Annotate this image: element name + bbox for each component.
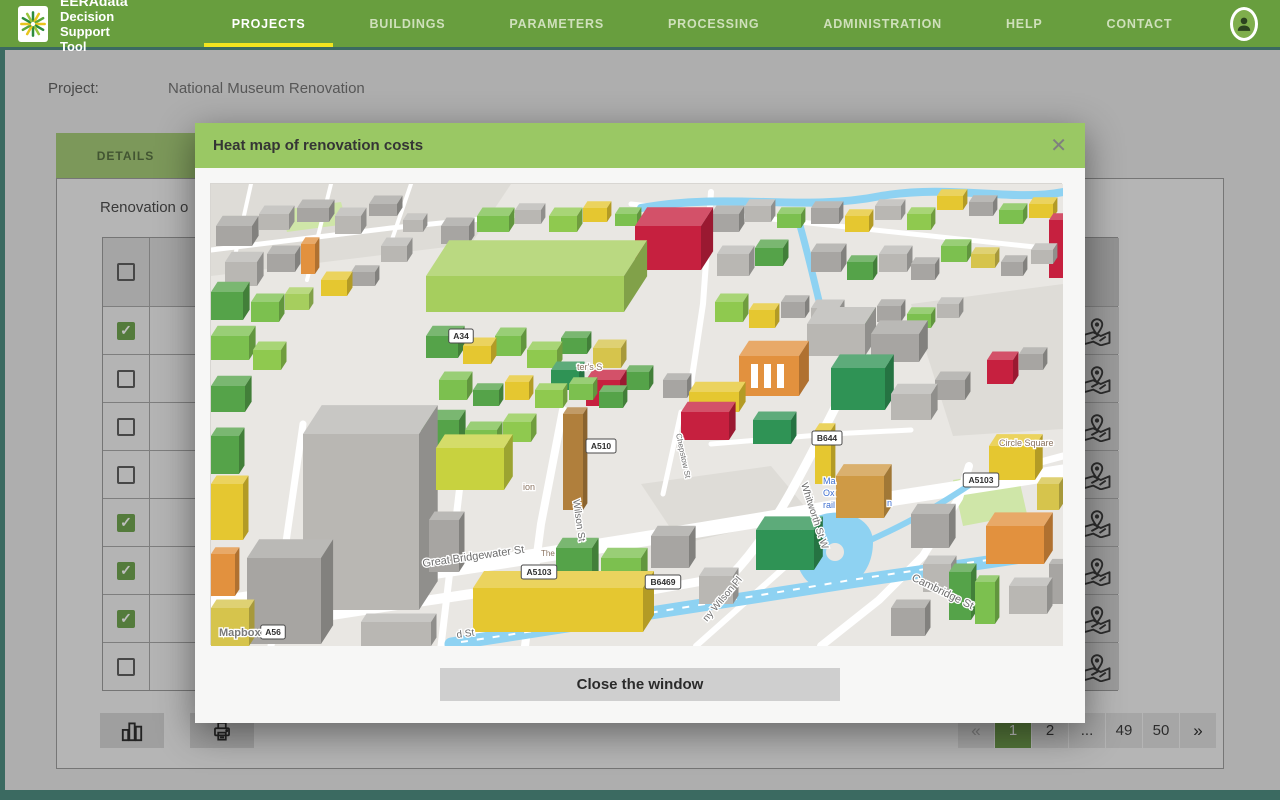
svg-text:Mapbox: Mapbox [219, 627, 261, 639]
nav-item-buildings[interactable]: BUILDINGS [337, 0, 477, 47]
svg-text:The: The [541, 549, 555, 558]
svg-text:Circle Square: Circle Square [999, 438, 1054, 448]
modal-body: Great Bridgewater StWilson StWhitworth S… [195, 168, 1085, 723]
brand-line1: EERAdata [60, 0, 128, 9]
modal-title: Heat map of renovation costs [213, 137, 1050, 154]
svg-text:A34: A34 [453, 331, 469, 341]
nav-item-help[interactable]: HELP [974, 0, 1075, 47]
nav-item-administration[interactable]: ADMINISTRATION [791, 0, 974, 47]
svg-text:A5103: A5103 [526, 567, 551, 577]
main-navigation: PROJECTSBUILDINGSPARAMETERSPROCESSINGADM… [200, 0, 1205, 47]
nav-item-processing[interactable]: PROCESSING [636, 0, 791, 47]
close-window-button[interactable]: Close the window [440, 668, 840, 701]
svg-text:B6469: B6469 [650, 577, 675, 587]
nav-item-parameters[interactable]: PARAMETERS [477, 0, 636, 47]
nav-item-projects[interactable]: PROJECTS [200, 0, 338, 47]
person-icon [1233, 13, 1255, 35]
svg-text:B644: B644 [817, 433, 838, 443]
brand-title: EERAdata Decision Support Tool [60, 0, 128, 54]
modal-header: Heat map of renovation costs ✕ [195, 123, 1085, 168]
asterisk-logo-icon [18, 9, 48, 39]
top-navbar: EERAdata Decision Support Tool PROJECTSB… [0, 0, 1280, 47]
svg-text:rail: rail [823, 500, 835, 510]
nav-item-contact[interactable]: CONTACT [1075, 0, 1205, 47]
brand-line2: Decision Support Tool [60, 9, 128, 54]
user-avatar[interactable] [1230, 7, 1258, 41]
app-screen: EERAdata Decision Support Tool PROJECTSB… [0, 0, 1280, 800]
svg-text:n: n [887, 498, 892, 508]
svg-text:A56: A56 [265, 627, 281, 637]
close-icon[interactable]: ✕ [1050, 136, 1067, 156]
svg-text:ion: ion [523, 482, 535, 492]
app-logo [18, 6, 48, 42]
svg-text:ter's S: ter's S [577, 362, 602, 372]
svg-text:Ma: Ma [823, 476, 836, 486]
svg-text:A5103: A5103 [968, 475, 993, 485]
heatmap-canvas[interactable]: Great Bridgewater StWilson StWhitworth S… [210, 183, 1062, 645]
svg-text:A510: A510 [591, 441, 612, 451]
heatmap-modal: Heat map of renovation costs ✕ Great Bri… [195, 123, 1085, 723]
svg-text:Ox: Ox [823, 488, 835, 498]
